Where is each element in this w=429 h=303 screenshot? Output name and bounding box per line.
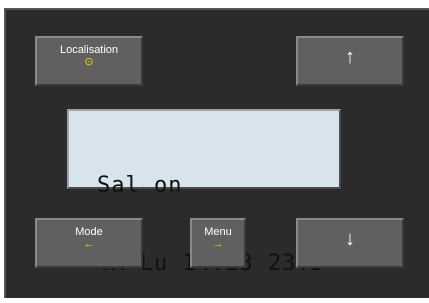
mode-button[interactable]: Mode ← xyxy=(35,218,143,268)
menu-button[interactable]: Menu → xyxy=(190,218,246,268)
mode-label: Mode xyxy=(75,226,103,238)
menu-label: Menu xyxy=(204,226,232,238)
down-button[interactable]: ↓ xyxy=(296,218,404,268)
localisation-icon: ⊙ xyxy=(84,56,94,68)
arrow-right-icon: → xyxy=(212,238,224,250)
arrow-left-icon: ← xyxy=(83,238,95,250)
localisation-button[interactable]: Localisation ⊙ xyxy=(35,36,143,86)
arrow-up-icon: ↑ xyxy=(345,46,355,68)
up-button[interactable]: ↑ xyxy=(296,36,404,86)
arrow-down-icon: ↓ xyxy=(345,228,355,250)
localisation-label: Localisation xyxy=(59,44,119,56)
lcd-line-room: Sal on xyxy=(97,173,183,198)
lcd-display: Sal on ☾A Lu 14:23 23.5° xyxy=(67,109,341,276)
